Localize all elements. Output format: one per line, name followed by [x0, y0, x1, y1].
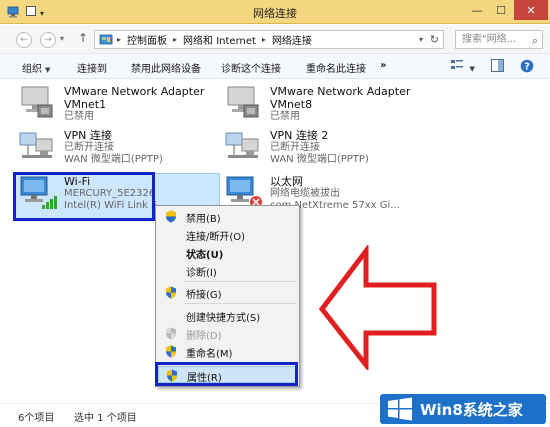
minimize-button[interactable]: —	[466, 0, 488, 20]
address-dropdown-icon[interactable]: ▾	[419, 35, 423, 44]
control-panel-icon	[99, 34, 113, 44]
connect-to-button[interactable]: 连接到	[77, 60, 107, 75]
connection-status: 已断开连接	[270, 142, 320, 153]
connection-device: VMnet1	[64, 98, 107, 111]
organize-button[interactable]: 组织 ▼	[22, 60, 50, 75]
annotation-highlight-box	[13, 172, 155, 221]
connection-name: 以太网	[270, 175, 303, 188]
connection-device: VMnet8	[270, 98, 313, 111]
menu-item-connect-disconnect[interactable]: 连接/断开(O)	[158, 226, 297, 243]
connection-device: WAN 微型端口(PPTP)	[270, 154, 369, 165]
address-bar: ← → ▾ ↑ ▸ 控制面板 ▸ 网络和 Internet ▸ 网络连接 ▾ ↻…	[0, 25, 550, 53]
connection-status: 网络电缆被拔出	[270, 188, 340, 199]
chevron-down-icon: ▼	[469, 65, 475, 73]
watermark-logo: Win8系统之家	[380, 394, 546, 424]
diagnose-button[interactable]: 诊断这个连接	[221, 60, 281, 75]
menu-item-label: 删除(D)	[186, 331, 222, 342]
menu-item-label: 创建快捷方式(S)	[186, 313, 261, 324]
disable-device-button[interactable]: 禁用此网络设备	[131, 60, 201, 75]
address-field[interactable]: ▸ 控制面板 ▸ 网络和 Internet ▸ 网络连接 ▾ ↻	[94, 30, 444, 49]
menu-item-rename[interactable]: 重命名(M)	[158, 343, 297, 360]
connection-status: 已断开连接	[64, 142, 114, 153]
menu-item-bridge[interactable]: 桥接(G)	[158, 284, 297, 301]
network-adapter-disabled-icon	[227, 86, 259, 118]
title-bar: ▾ 网络连接 — ☐ ✕	[0, 0, 550, 24]
organize-label: 组织	[22, 64, 42, 75]
search-icon[interactable]: ⌕	[532, 32, 538, 49]
view-tiles-icon	[451, 60, 463, 69]
connection-name: VPN 连接	[64, 129, 112, 142]
chevron-right-icon[interactable]: ▸	[173, 35, 177, 44]
uac-shield-icon	[166, 210, 176, 223]
menu-item-label: 桥接(G)	[186, 290, 222, 301]
command-bar: 组织 ▼ 连接到 禁用此网络设备 诊断这个连接 重命名此连接 » ▼ ?	[0, 53, 550, 79]
connection-device: WAN 微型端口(PPTP)	[64, 154, 163, 165]
annotation-highlight-box	[155, 362, 298, 386]
up-button[interactable]: ↑	[78, 31, 88, 45]
menu-item-disable[interactable]: 禁用(B)	[158, 208, 297, 225]
preview-pane-icon	[491, 59, 504, 72]
menu-item-create-shortcut[interactable]: 创建快捷方式(S)	[158, 307, 297, 324]
arrow-right-icon: →	[44, 35, 52, 45]
chevron-right-icon: ▸	[117, 35, 122, 44]
connection-status: 已禁用	[64, 111, 94, 122]
search-input[interactable]: 搜索"网络... ⌕	[455, 30, 543, 49]
arrow-up-icon: ↑	[78, 31, 89, 45]
search-placeholder: 搜索"网络...	[462, 34, 517, 45]
rename-button[interactable]: 重命名此连接	[306, 60, 366, 75]
uac-shield-disabled-icon	[166, 327, 176, 340]
connection-name: VMware Network Adapter	[270, 85, 411, 98]
svg-text:?: ?	[524, 62, 530, 73]
menu-separator	[184, 281, 296, 282]
watermark-text: Win8系统之家	[420, 400, 523, 419]
uac-shield-icon	[166, 286, 176, 299]
help-button[interactable]: ?	[520, 59, 534, 75]
menu-item-diagnose[interactable]: 诊断(I)	[158, 262, 297, 279]
refresh-icon[interactable]: ↻	[430, 33, 439, 46]
connection-status: 已禁用	[270, 111, 300, 122]
breadcrumb-control-panel[interactable]: 控制面板	[127, 32, 167, 47]
back-button[interactable]: ←	[16, 32, 32, 48]
change-view-button[interactable]: ▼	[451, 59, 475, 75]
breadcrumb-network-connections[interactable]: 网络连接	[272, 32, 312, 47]
recent-locations-dropdown-icon[interactable]: ▾	[60, 34, 64, 43]
windows-logo-icon	[388, 397, 412, 421]
annotation-arrow-icon	[318, 245, 437, 370]
chevron-down-icon: ▼	[45, 66, 51, 74]
menu-item-label: 状态(U)	[186, 250, 224, 261]
vpn-connection-icon	[19, 132, 53, 158]
menu-item-label: 连接/断开(O)	[186, 232, 246, 243]
network-adapter-disabled-icon	[21, 86, 53, 118]
forward-button[interactable]: →	[40, 32, 56, 48]
breadcrumb-network-internet[interactable]: 网络和 Internet	[183, 32, 256, 47]
maximize-button[interactable]: ☐	[490, 0, 512, 20]
preview-pane-button[interactable]	[491, 59, 504, 75]
menu-separator	[184, 303, 296, 304]
item-count: 6个项目	[18, 413, 55, 424]
menu-item-label: 诊断(I)	[186, 268, 217, 279]
menu-item-status[interactable]: 状态(U)	[158, 244, 297, 261]
menu-item-label: 重命名(M)	[186, 349, 233, 360]
more-commands-button[interactable]: »	[380, 60, 386, 71]
connection-name: VMware Network Adapter	[64, 85, 205, 98]
menu-item-label: 禁用(B)	[186, 214, 221, 225]
context-menu: 禁用(B) 连接/断开(O) 状态(U) 诊断(I) 桥接(G) 创建快捷方式(…	[155, 205, 300, 387]
connection-name: VPN 连接 2	[270, 129, 329, 142]
close-button[interactable]: ✕	[514, 0, 548, 20]
chevron-right-icon[interactable]: ▸	[262, 35, 266, 44]
uac-shield-icon	[166, 345, 176, 358]
help-icon: ?	[520, 59, 534, 73]
vpn-connection-icon	[225, 132, 259, 158]
menu-item-delete: 删除(D)	[158, 325, 297, 342]
selected-count: 选中 1 个项目	[74, 413, 137, 424]
arrow-left-icon: ←	[20, 35, 28, 45]
